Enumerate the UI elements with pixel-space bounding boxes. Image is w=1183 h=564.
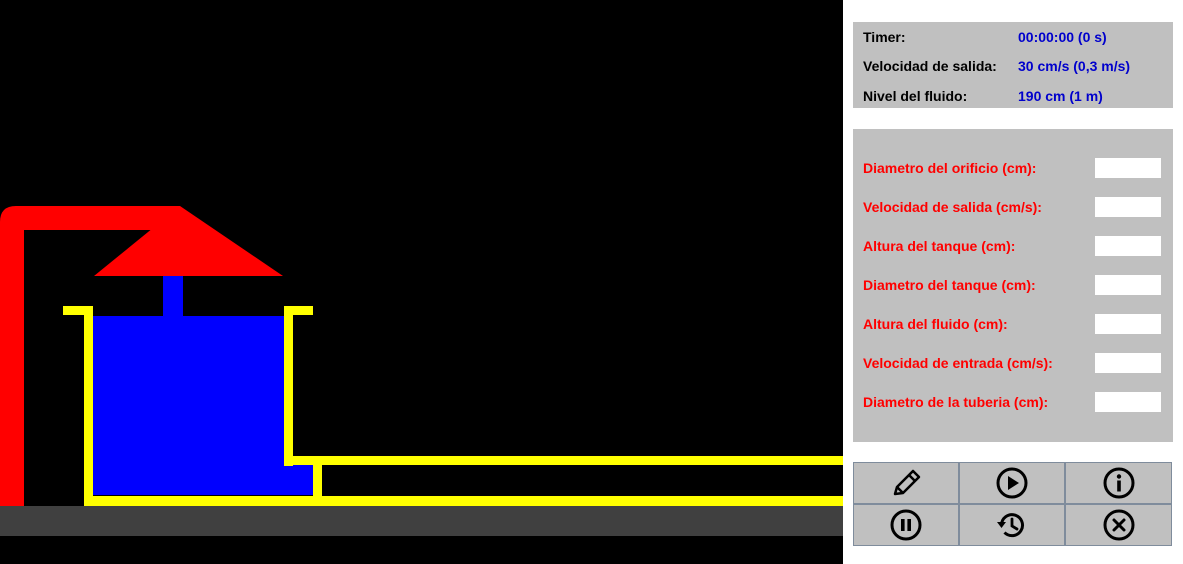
pipe-diameter-input[interactable] <box>1095 392 1161 412</box>
tank-fluid <box>93 316 284 495</box>
tank-wall-left <box>84 306 93 506</box>
parameters-panel: Diametro del orificio (cm): Velocidad de… <box>853 129 1173 442</box>
fluid-level-value: 190 cm (1 m) <box>1018 88 1103 104</box>
control-buttons <box>853 462 1173 546</box>
param-label: Diametro de la tuberia (cm): <box>863 394 1049 410</box>
close-icon <box>1102 508 1136 542</box>
param-label: Altura del tanque (cm): <box>863 238 1016 254</box>
tank-height-input[interactable] <box>1095 236 1161 256</box>
play-button[interactable] <box>959 462 1065 504</box>
param-row-exit-speed: Velocidad de salida (cm/s): <box>863 197 1163 219</box>
exit-speed-label: Velocidad de salida: <box>863 58 997 74</box>
ground <box>0 506 843 536</box>
simulation-canvas <box>0 0 843 564</box>
info-icon <box>1102 466 1136 500</box>
orifice-diameter-input[interactable] <box>1095 158 1161 178</box>
param-label: Diametro del tanque (cm): <box>863 277 1036 293</box>
outlet-pipe-divider <box>313 465 322 497</box>
tank-diameter-input[interactable] <box>1095 275 1161 295</box>
param-row-tank-height: Altura del tanque (cm): <box>863 236 1163 258</box>
info-panel: Timer: 00:00:00 (0 s) Velocidad de salid… <box>853 22 1173 108</box>
close-button[interactable] <box>1065 504 1172 546</box>
info-button[interactable] <box>1065 462 1172 504</box>
timer-label: Timer: <box>863 29 906 45</box>
edit-button[interactable] <box>853 462 959 504</box>
tank-wall-right <box>284 306 293 466</box>
param-label: Altura del fluido (cm): <box>863 316 1008 332</box>
param-row-fluid-height: Altura del fluido (cm): <box>863 314 1163 336</box>
param-label: Velocidad de salida (cm/s): <box>863 199 1042 215</box>
inlet-speed-input[interactable] <box>1095 353 1161 373</box>
param-label: Diametro del orificio (cm): <box>863 160 1037 176</box>
param-label: Velocidad de entrada (cm/s): <box>863 355 1053 371</box>
param-row-orifice-diameter: Diametro del orificio (cm): <box>863 158 1163 180</box>
inlet-stream <box>163 276 183 316</box>
pause-icon <box>889 508 923 542</box>
exit-speed-value: 30 cm/s (0,3 m/s) <box>1018 58 1131 74</box>
param-row-tank-diameter: Diametro del tanque (cm): <box>863 275 1163 297</box>
exit-speed-input[interactable] <box>1095 197 1161 217</box>
tank-fluid-lower <box>284 465 313 495</box>
timer-value: 00:00:00 (0 s) <box>1018 29 1107 45</box>
history-icon <box>995 508 1029 542</box>
reset-button[interactable] <box>959 504 1065 546</box>
outlet-pipe-bottom <box>84 496 843 506</box>
fluid-level-label: Nivel del fluido: <box>863 88 968 104</box>
outlet-pipe-top <box>284 456 843 465</box>
tank-diagram <box>0 206 843 536</box>
play-icon <box>995 466 1029 500</box>
fluid-height-input[interactable] <box>1095 314 1161 334</box>
param-row-inlet-speed: Velocidad de entrada (cm/s): <box>863 353 1163 375</box>
pencil-icon <box>889 468 923 498</box>
param-row-pipe-diameter: Diametro de la tuberia (cm): <box>863 392 1163 414</box>
pause-button[interactable] <box>853 504 959 546</box>
